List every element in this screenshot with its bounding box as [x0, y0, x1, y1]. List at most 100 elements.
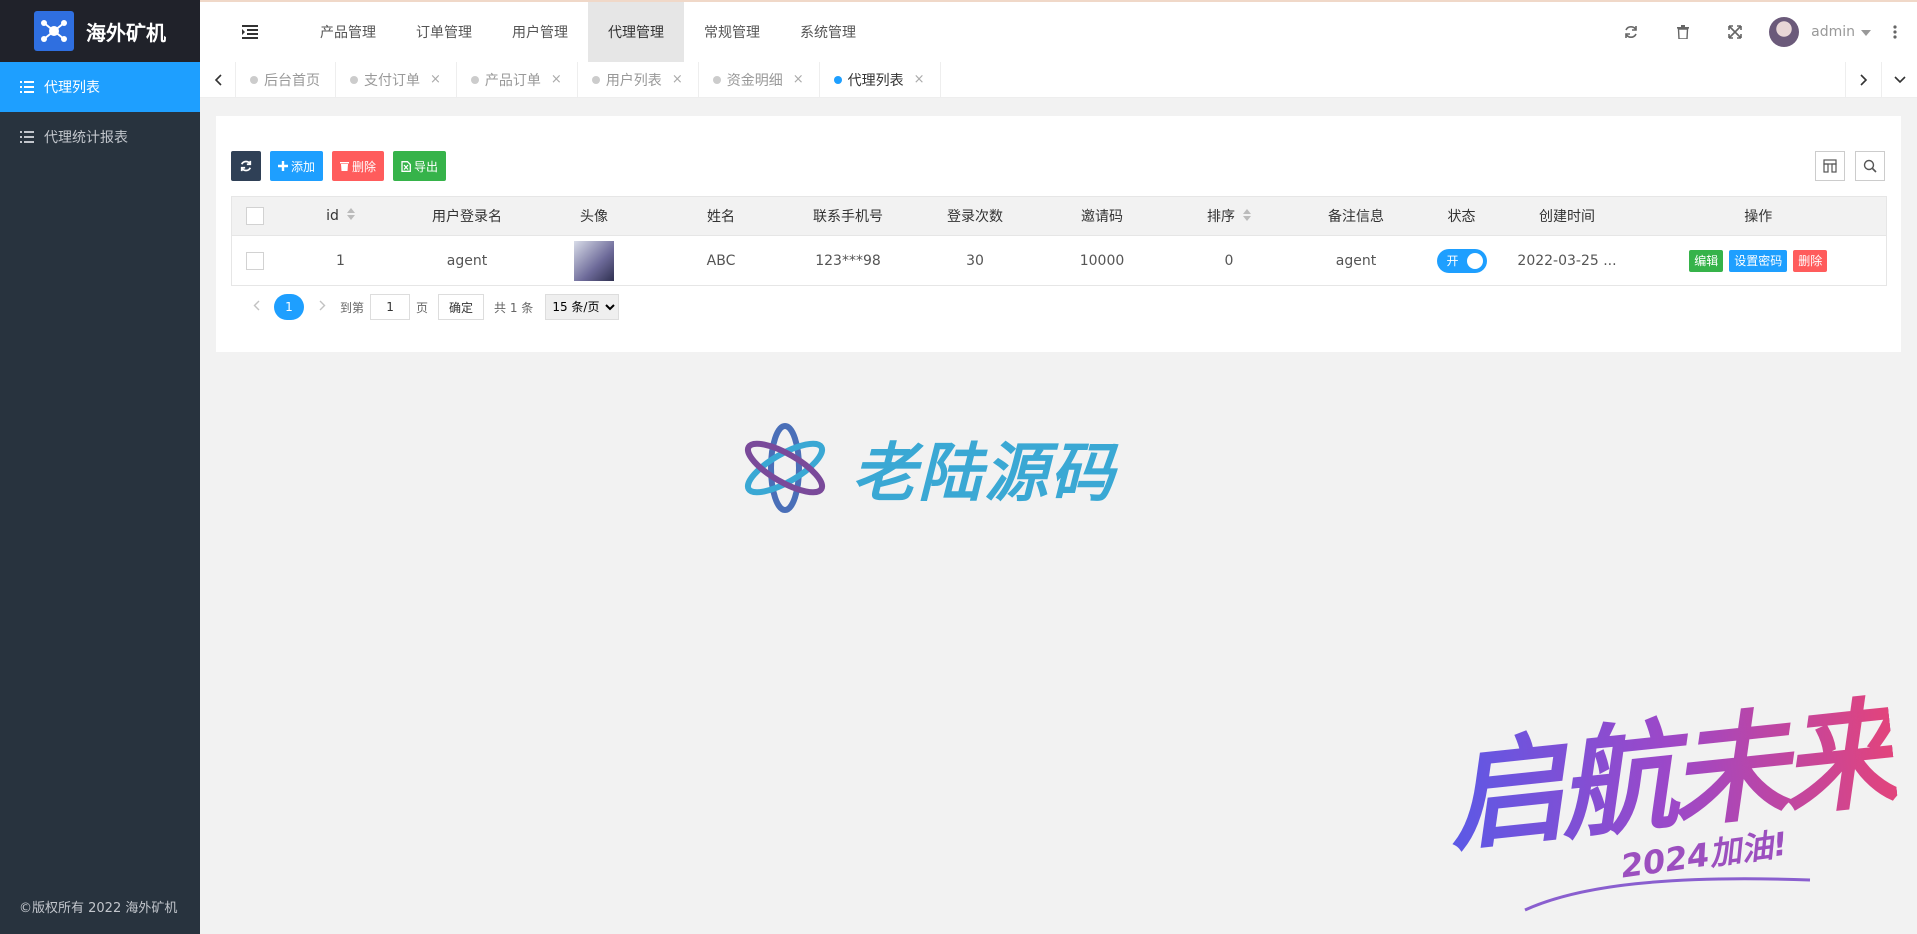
export-label: 导出: [414, 159, 439, 174]
search-button[interactable]: [1855, 151, 1885, 181]
next-page-button[interactable]: [310, 300, 334, 314]
dot-icon: [833, 75, 842, 84]
sort-icon[interactable]: [346, 208, 355, 224]
toggle-knob: [1466, 252, 1483, 269]
status-toggle[interactable]: 开: [1436, 248, 1487, 273]
avatar-thumbnail[interactable]: [574, 240, 614, 281]
dot-icon: [591, 75, 600, 84]
tab-scroll-right-button[interactable]: [1845, 62, 1881, 97]
col-actions: 操作: [1630, 196, 1887, 236]
tab-label: 用户列表: [605, 72, 662, 89]
fullscreen-icon[interactable]: [1709, 25, 1761, 39]
user-menu[interactable]: admin: [1761, 17, 1885, 47]
brand-watermark-text: 老陆源码: [852, 437, 1116, 511]
tab-user-list[interactable]: 用户列表 ×: [578, 62, 699, 97]
trash-icon[interactable]: [1657, 25, 1709, 39]
cell-login-count: 30: [966, 252, 984, 269]
col-avatar: 头像: [530, 196, 658, 236]
logo-icon: [34, 11, 74, 51]
table-header-row: id 用户登录名 头像 姓名 联系手机号 登录次数 邀请码 排序 备注信息 状态…: [231, 196, 1887, 236]
more-vertical-icon[interactable]: [1885, 25, 1905, 39]
row-checkbox[interactable]: [245, 251, 264, 270]
file-excel-icon: [401, 160, 411, 172]
nav-agent[interactable]: 代理管理: [588, 2, 684, 62]
menu-collapse-button[interactable]: [200, 2, 300, 62]
delete-button[interactable]: 删除: [332, 151, 385, 181]
close-icon[interactable]: ×: [914, 72, 925, 87]
chevron-down-icon: [1893, 75, 1906, 83]
cell-created: 2022-03-25 ...: [1517, 252, 1617, 269]
page-number-input[interactable]: [370, 294, 411, 320]
list-icon: [20, 131, 34, 143]
current-page[interactable]: 1: [274, 294, 304, 320]
cell-id: 1: [336, 252, 345, 269]
close-icon[interactable]: ×: [430, 72, 441, 87]
cell-actions: 编辑 设置密码 删除: [1631, 236, 1887, 286]
close-icon[interactable]: ×: [672, 72, 683, 87]
cell-phone: 123***98: [815, 252, 881, 269]
refresh-button[interactable]: [231, 151, 261, 181]
edit-button[interactable]: 编辑: [1689, 249, 1724, 272]
tab-label: 后台首页: [264, 72, 320, 89]
col-phone: 联系手机号: [784, 196, 912, 236]
caret-down-icon: [1861, 24, 1871, 40]
col-sort[interactable]: 排序: [1165, 196, 1293, 236]
add-label: 添加: [291, 159, 316, 174]
columns-filter-button[interactable]: [1815, 151, 1845, 181]
tab-menu-button[interactable]: [1881, 62, 1917, 97]
nav-general[interactable]: 常规管理: [684, 2, 780, 62]
tab-scroll-left-button[interactable]: [200, 62, 236, 97]
delete-row-button[interactable]: 删除: [1793, 249, 1828, 272]
sidebar: 海外矿机 代理列表 代理统计报表 ©版权所有 2022 海外矿机: [0, 0, 200, 934]
tab-dashboard[interactable]: 后台首页: [236, 62, 336, 97]
trash-icon: [340, 162, 350, 171]
refresh-icon[interactable]: [1605, 25, 1657, 39]
sidebar-item-agent-list[interactable]: 代理列表: [0, 62, 200, 112]
table-toolbar: 添加 删除 导出: [231, 151, 455, 181]
add-button[interactable]: 添加: [270, 151, 324, 181]
col-login-name: 用户登录名: [403, 196, 531, 236]
dot-icon: [350, 75, 358, 84]
cell-login-name: agent: [446, 252, 488, 269]
columns-icon: [1823, 159, 1837, 173]
col-id[interactable]: id: [277, 196, 404, 236]
app-title: 海外矿机: [86, 20, 166, 45]
indent-icon: [242, 25, 258, 39]
nav-order[interactable]: 订单管理: [396, 2, 492, 62]
close-icon[interactable]: ×: [551, 72, 562, 87]
select-all-checkbox[interactable]: [245, 207, 264, 225]
refresh-icon: [240, 160, 252, 172]
tab-agent-list[interactable]: 代理列表 ×: [820, 62, 941, 97]
nav-user[interactable]: 用户管理: [492, 2, 588, 62]
tab-label: 资金明细: [726, 72, 783, 89]
close-icon[interactable]: ×: [793, 72, 804, 87]
tab-fund-details[interactable]: 资金明细 ×: [699, 62, 820, 97]
tab-label: 支付订单: [364, 72, 420, 89]
cell-sort: 0: [1224, 252, 1234, 269]
atom-logo-icon: [744, 423, 826, 513]
sidebar-item-agent-stats[interactable]: 代理统计报表: [0, 112, 200, 162]
prev-page-button[interactable]: [244, 300, 268, 314]
cell-name: ABC: [706, 252, 736, 269]
table-row: 1 agent ABC 123***98 30 10000 0 agent 开 …: [232, 236, 1887, 286]
plus-icon: [278, 161, 288, 171]
sidebar-item-label: 代理统计报表: [44, 130, 128, 146]
copyright: ©版权所有 2022 海外矿机: [19, 901, 178, 916]
set-password-button[interactable]: 设置密码: [1729, 249, 1788, 272]
chevron-right-icon: [1859, 73, 1867, 86]
export-button[interactable]: 导出: [393, 151, 447, 181]
nav-system[interactable]: 系统管理: [780, 2, 876, 62]
chevron-left-icon: [253, 300, 259, 311]
tab-product-orders[interactable]: 产品订单 ×: [457, 62, 578, 97]
tab-pay-orders[interactable]: 支付订单 ×: [336, 62, 457, 97]
row-select-cell: [232, 236, 278, 286]
logo[interactable]: 海外矿机: [0, 0, 200, 62]
swoosh-decoration: [1524, 877, 1811, 912]
col-invite-code: 邀请码: [1038, 196, 1166, 236]
page-size-select[interactable]: 15 条/页: [545, 294, 620, 320]
sort-icon[interactable]: [1243, 209, 1251, 225]
nav-product[interactable]: 产品管理: [300, 2, 396, 62]
col-remark: 备注信息: [1292, 196, 1420, 236]
page-confirm-button[interactable]: 确定: [438, 294, 485, 320]
col-created: 创建时间: [1503, 196, 1631, 236]
